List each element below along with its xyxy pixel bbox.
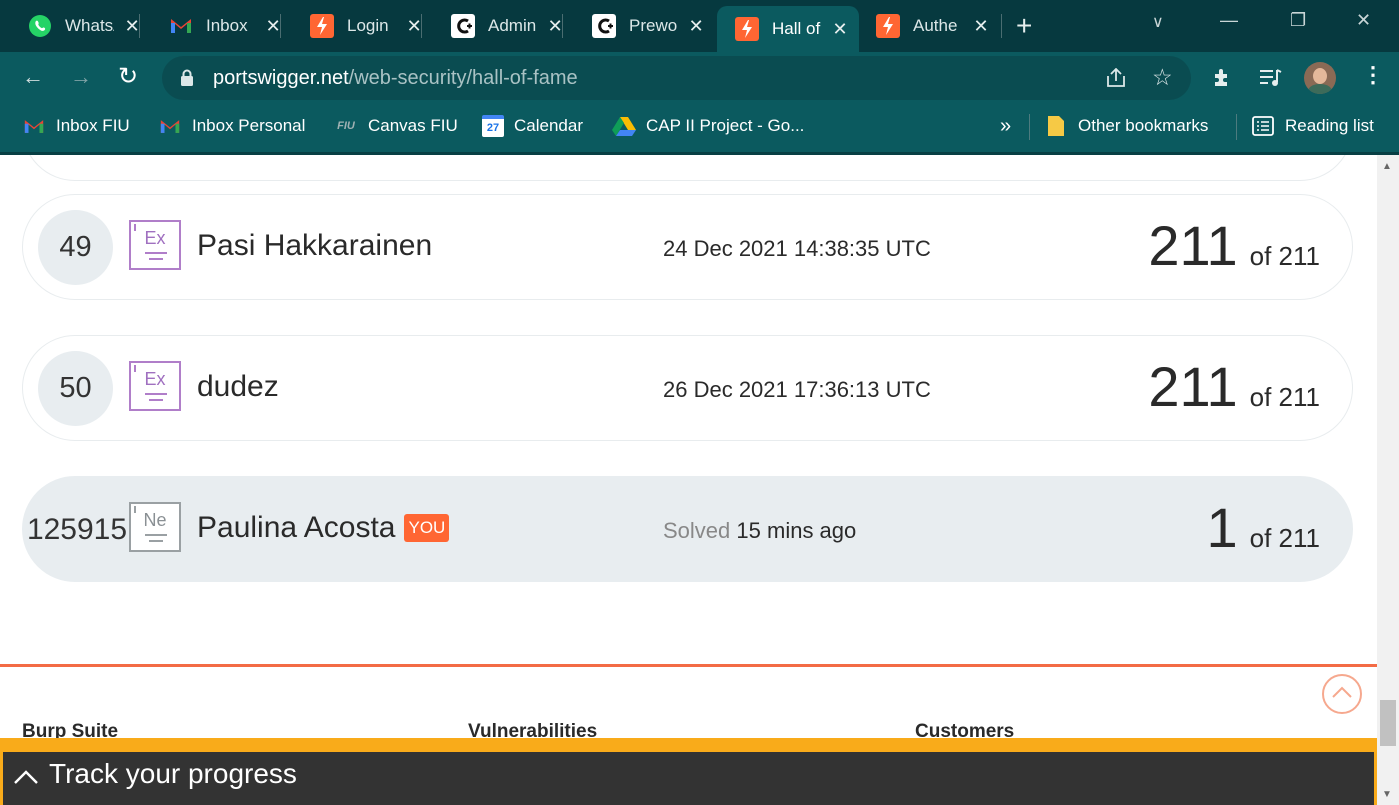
tab-title: Prewo [629, 16, 678, 35]
share-icon[interactable] [1105, 68, 1127, 88]
tab-whatsapp[interactable]: WhatsApp ✕ [0, 4, 140, 48]
whatsapp-icon [28, 14, 52, 38]
leaderboard-row: 50 Ex dudez 26 Dec 2021 17:36:13 UTC 211… [22, 335, 1353, 441]
minimize-icon[interactable]: — [1220, 10, 1238, 31]
level-badge-icon: Ex [129, 220, 181, 270]
fiu-icon: FIU [334, 116, 358, 136]
score: 211 of 211 [1148, 355, 1320, 418]
player-name: Pasi Hakkarainen [197, 229, 433, 262]
tab-search-chevron-icon[interactable]: ∨ [1152, 12, 1164, 32]
menu-kebab-icon[interactable]: ⋮ [1362, 64, 1384, 86]
bookmarks-overflow-button[interactable]: » [1000, 104, 1011, 148]
bookmarks-bar: Inbox FIU Inbox Personal FIU Canvas FIU … [0, 104, 1399, 152]
reload-icon[interactable]: ↻ [118, 62, 138, 91]
gmail-icon [22, 116, 46, 136]
reading-list-icon [1251, 116, 1275, 136]
address-bar[interactable]: portswigger.net/web-security/hall-of-fam… [162, 56, 1191, 100]
close-icon[interactable]: ✕ [406, 16, 422, 37]
rank-number: 125915 [26, 512, 128, 546]
tab-title: Admin [488, 16, 537, 35]
scroll-down-icon[interactable]: ▼ [1382, 789, 1392, 800]
back-arrow-icon[interactable]: ← [22, 64, 44, 90]
restore-icon[interactable]: ❐ [1290, 10, 1306, 31]
folder-icon [1044, 116, 1068, 136]
close-icon[interactable]: ✕ [832, 19, 848, 40]
tab-strip: WhatsApp ✕ Inbox ✕ Login ✕ Admin ✕ Prewo… [0, 0, 1399, 52]
track-progress-label: Track your progress [49, 758, 297, 789]
scroll-up-icon[interactable]: ▲ [1382, 161, 1392, 172]
level-badge-icon: Ex [129, 361, 181, 411]
close-icon[interactable]: ✕ [547, 16, 563, 37]
gmail-icon [169, 14, 193, 38]
drive-icon [612, 116, 636, 136]
solved-time: Solved 15 mins ago [663, 518, 857, 543]
star-icon[interactable]: ☆ [1152, 64, 1173, 91]
vertical-scrollbar[interactable]: ▲ ▼ [1377, 155, 1399, 805]
leaderboard-row: 49 Ex Pasi Hakkarainen 24 Dec 2021 14:38… [22, 194, 1353, 300]
gmail-icon [158, 116, 182, 136]
lock-icon [181, 69, 193, 86]
bookmark-canvas-fiu[interactable]: FIU Canvas FIU [334, 104, 458, 148]
lab-icon [451, 14, 475, 38]
leaderboard-row [22, 155, 1353, 181]
player-name: dudez [197, 370, 279, 403]
portswigger-icon [735, 17, 759, 41]
score: 1 of 211 [1206, 496, 1320, 559]
tab-authe[interactable]: Authe ✕ [862, 4, 1002, 48]
track-progress-bar[interactable]: Track your progress [0, 738, 1377, 805]
tab-title: Login [347, 16, 389, 35]
extensions-icon[interactable] [1212, 67, 1234, 89]
bookmark-cap-ii-project[interactable]: CAP II Project - Go... [612, 104, 804, 148]
page-content: 49 Ex Pasi Hakkarainen 24 Dec 2021 14:38… [0, 155, 1377, 805]
media-control-icon[interactable] [1259, 68, 1283, 88]
avatar[interactable] [1304, 62, 1336, 94]
chevron-up-icon [1332, 686, 1352, 698]
other-bookmarks[interactable]: Other bookmarks [1044, 104, 1208, 148]
tab-title: Hall of [772, 19, 821, 38]
rank-number: 49 [38, 210, 113, 285]
calendar-icon: 27 [482, 115, 504, 137]
portswigger-icon [310, 14, 334, 38]
tab-admin[interactable]: Admin ✕ [423, 4, 563, 48]
forward-arrow-icon[interactable]: → [70, 64, 92, 90]
close-icon[interactable]: ✕ [124, 16, 140, 37]
current-user-row: 125915 Ne Paulina Acosta YOU Solved 15 m… [22, 476, 1353, 582]
tab-title: Inbox [206, 16, 248, 35]
chevron-up-icon [14, 770, 38, 784]
bookmark-inbox-personal[interactable]: Inbox Personal [158, 104, 305, 148]
player-name: Paulina Acosta YOU [197, 511, 450, 545]
close-icon[interactable]: ✕ [688, 16, 704, 37]
new-tab-button[interactable]: + [1016, 12, 1032, 40]
tab-title: WhatsApp [65, 16, 114, 35]
tab-title: Authe [913, 16, 958, 35]
bookmark-calendar[interactable]: 27 Calendar [482, 104, 583, 148]
lab-icon [592, 14, 616, 38]
score: 211 of 211 [1148, 214, 1320, 277]
close-icon[interactable]: ✕ [973, 16, 989, 37]
url-text: portswigger.net/web-security/hall-of-fam… [213, 67, 578, 89]
tab-hall-of-fame[interactable]: Hall of ✕ [717, 6, 859, 52]
scrollbar-thumb[interactable] [1380, 700, 1396, 746]
rank-number: 50 [38, 351, 113, 426]
window-close-icon[interactable]: ✕ [1356, 10, 1371, 31]
completion-date: 26 Dec 2021 17:36:13 UTC [663, 377, 931, 402]
reading-list[interactable]: Reading list [1251, 104, 1374, 148]
bookmark-inbox-fiu[interactable]: Inbox FIU [22, 104, 130, 148]
tab-prewo[interactable]: Prewo ✕ [564, 4, 704, 48]
scroll-to-top-button[interactable] [1322, 674, 1362, 714]
portswigger-icon [876, 14, 900, 38]
tab-login[interactable]: Login ✕ [282, 4, 422, 48]
close-icon[interactable]: ✕ [265, 16, 281, 37]
you-badge: YOU [404, 514, 450, 542]
level-badge-icon: Ne [129, 502, 181, 552]
tab-inbox[interactable]: Inbox ✕ [141, 4, 281, 48]
completion-date: 24 Dec 2021 14:38:35 UTC [663, 236, 931, 261]
toolbar: ← → ↻ portswigger.net/web-security/hall-… [0, 52, 1399, 104]
